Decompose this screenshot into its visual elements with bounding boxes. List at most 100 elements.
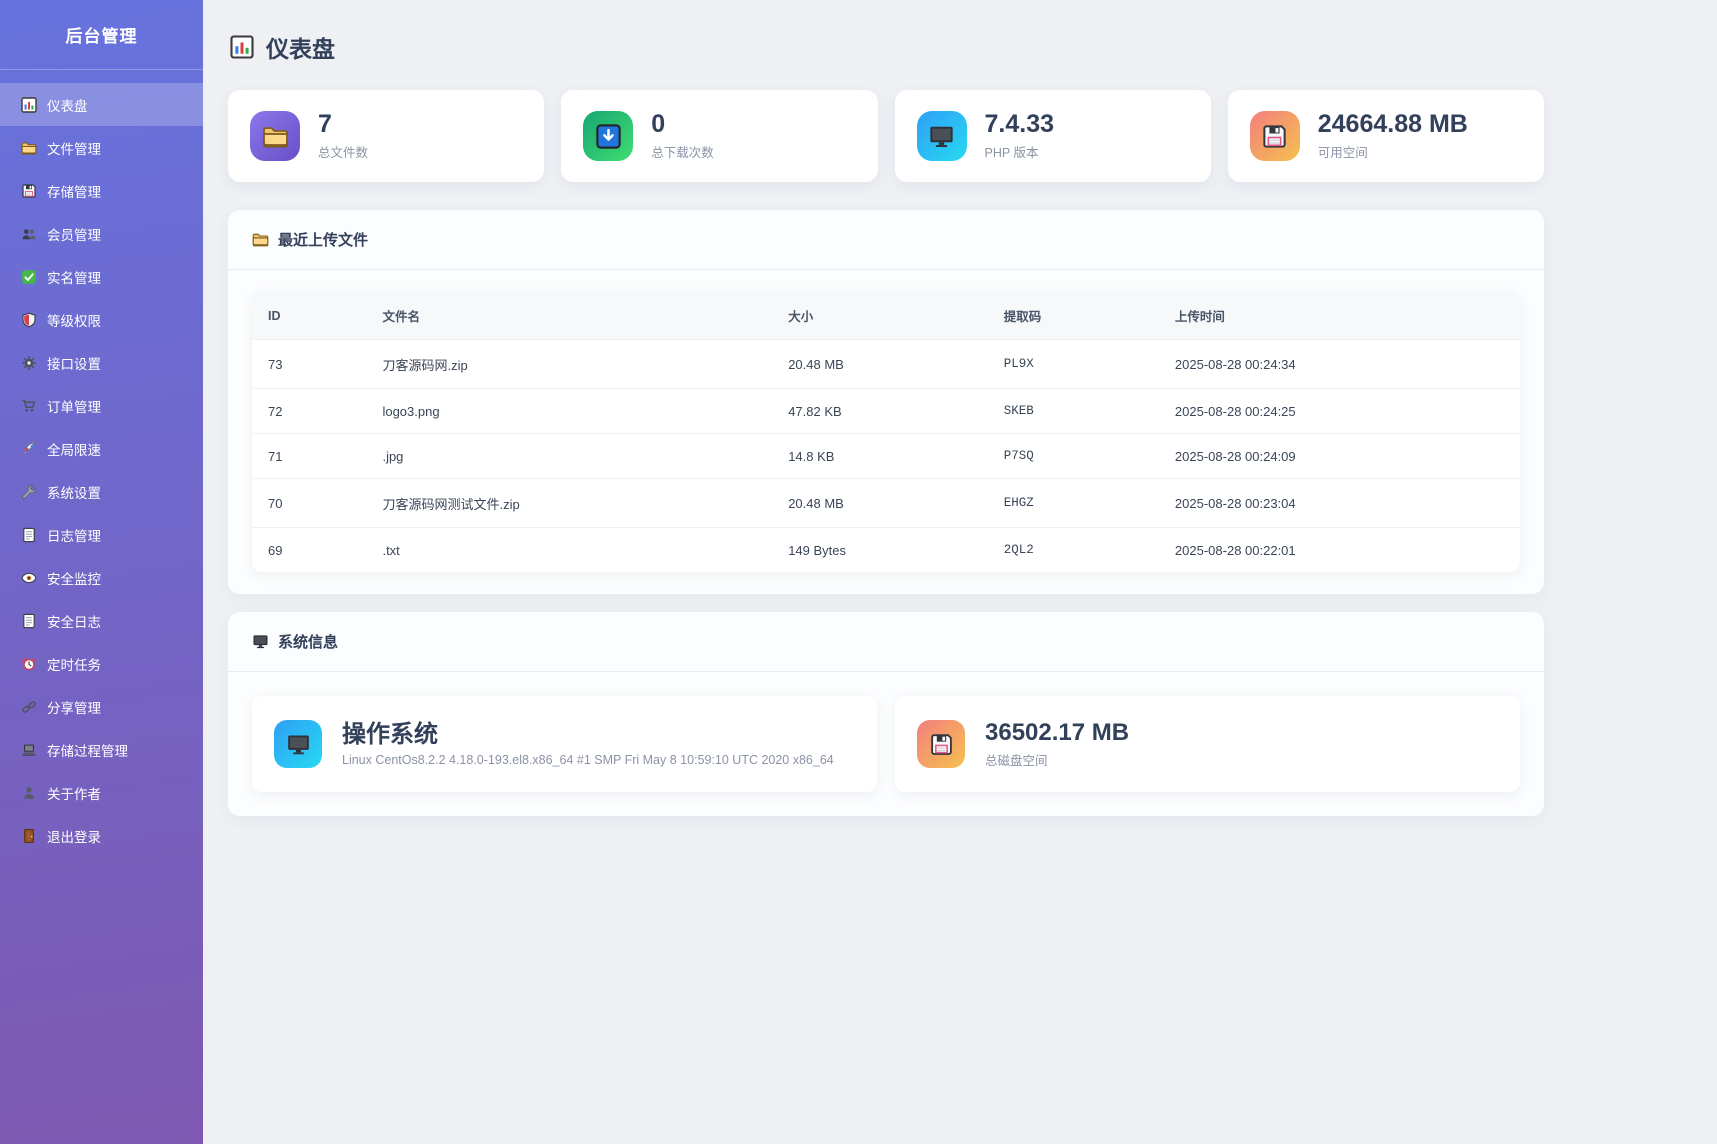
chart-icon bbox=[21, 97, 37, 113]
cell-filename: 刀客源码网测试文件.zip bbox=[372, 479, 778, 528]
system-info-title: 系统信息 bbox=[278, 631, 338, 652]
sidebar-item[interactable]: 分享管理 bbox=[0, 685, 203, 728]
sidebar-item[interactable]: 存储过程管理 bbox=[0, 728, 203, 771]
sidebar-item[interactable]: 订单管理 bbox=[0, 384, 203, 427]
sidebar-item[interactable]: 会员管理 bbox=[0, 212, 203, 255]
floppy-icon bbox=[1250, 111, 1300, 161]
sidebar-item-label: 分享管理 bbox=[47, 697, 101, 717]
users-icon bbox=[21, 226, 37, 242]
sidebar-item-label: 全局限速 bbox=[47, 439, 101, 459]
eye-icon bbox=[21, 570, 37, 586]
page-title: 仪表盘 bbox=[266, 30, 335, 64]
cell-code: PL9X bbox=[994, 340, 1165, 389]
cell-code: EHGZ bbox=[994, 479, 1165, 528]
sidebar-item[interactable]: 退出登录 bbox=[0, 814, 203, 857]
sidebar-item-label: 实名管理 bbox=[47, 267, 101, 287]
cart-icon bbox=[21, 398, 37, 414]
stat-card: 0 总下载次数 bbox=[561, 90, 877, 182]
sidebar-item[interactable]: 系统设置 bbox=[0, 470, 203, 513]
folder-icon bbox=[21, 140, 37, 156]
system-info-card-subtitle: Linux CentOs8.2.2 4.18.0-193.el8.x86_64 … bbox=[342, 753, 834, 767]
clock-icon bbox=[21, 656, 37, 672]
cell-size: 14.8 KB bbox=[778, 434, 994, 479]
sidebar-item-label: 安全监控 bbox=[47, 568, 101, 588]
cell-id: 69 bbox=[252, 528, 372, 573]
stat-label: PHP 版本 bbox=[985, 142, 1055, 161]
table-row: 73 刀客源码网.zip 20.48 MB PL9X 2025-08-28 00… bbox=[252, 340, 1520, 389]
sidebar-item[interactable]: 存储管理 bbox=[0, 169, 203, 212]
wrench-icon bbox=[21, 484, 37, 500]
cell-size: 47.82 KB bbox=[778, 389, 994, 434]
system-info-card-text: 36502.17 MB 总磁盘空间 bbox=[985, 719, 1129, 770]
column-header-filename: 文件名 bbox=[372, 292, 778, 340]
sidebar-item-label: 日志管理 bbox=[47, 525, 101, 545]
sidebar-item-label: 系统设置 bbox=[47, 482, 101, 502]
stat-card: 7 总文件数 bbox=[228, 90, 544, 182]
cell-id: 70 bbox=[252, 479, 372, 528]
recent-files-panel-header: 最近上传文件 bbox=[228, 210, 1544, 270]
cell-time: 2025-08-28 00:24:25 bbox=[1165, 389, 1520, 434]
sidebar-item[interactable]: 日志管理 bbox=[0, 513, 203, 556]
link-icon bbox=[21, 699, 37, 715]
page-header: 仪表盘 bbox=[230, 30, 1544, 64]
stat-label: 总文件数 bbox=[318, 142, 368, 161]
sidebar-item[interactable]: 仪表盘 bbox=[0, 83, 203, 126]
rocket-icon bbox=[21, 441, 37, 457]
cell-time: 2025-08-28 00:23:04 bbox=[1165, 479, 1520, 528]
stat-text: 0 总下载次数 bbox=[651, 111, 714, 162]
cell-code: P7SQ bbox=[994, 434, 1165, 479]
system-info-panel: 系统信息 操作系统 Linux CentOs8.2.2 4.18.0-193.e… bbox=[228, 612, 1544, 816]
recent-files-panel: 最近上传文件 ID 文件名 大小 提取码 上传时间 bbox=[228, 210, 1544, 594]
cell-code: SKEB bbox=[994, 389, 1165, 434]
sidebar-item-label: 关于作者 bbox=[47, 783, 101, 803]
gear-icon bbox=[21, 355, 37, 371]
cell-id: 71 bbox=[252, 434, 372, 479]
content-column: 仪表盘 7 总文件数 0 bbox=[228, 30, 1544, 816]
stat-label: 可用空间 bbox=[1318, 142, 1468, 161]
cell-time: 2025-08-28 00:24:34 bbox=[1165, 340, 1520, 389]
recent-files-title: 最近上传文件 bbox=[278, 229, 368, 250]
sidebar-item-label: 退出登录 bbox=[47, 826, 101, 846]
sidebar-item[interactable]: 关于作者 bbox=[0, 771, 203, 814]
system-info-card: 36502.17 MB 总磁盘空间 bbox=[895, 696, 1520, 792]
shield-icon bbox=[21, 312, 37, 328]
sidebar-item-label: 文件管理 bbox=[47, 138, 101, 158]
system-info-card-subtitle: 总磁盘空间 bbox=[985, 750, 1129, 769]
recent-files-table-card: ID 文件名 大小 提取码 上传时间 73 bbox=[252, 292, 1520, 572]
folder-icon bbox=[252, 231, 269, 248]
door-icon bbox=[21, 828, 37, 844]
sidebar-item[interactable]: 安全监控 bbox=[0, 556, 203, 599]
system-info-cards: 操作系统 Linux CentOs8.2.2 4.18.0-193.el8.x8… bbox=[228, 672, 1544, 816]
sidebar-item-label: 等级权限 bbox=[47, 310, 101, 330]
column-header-time: 上传时间 bbox=[1165, 292, 1520, 340]
stat-value: 7.4.33 bbox=[985, 111, 1055, 139]
cell-filename: .jpg bbox=[372, 434, 778, 479]
sidebar-item[interactable]: 等级权限 bbox=[0, 298, 203, 341]
sidebar-item[interactable]: 文件管理 bbox=[0, 126, 203, 169]
sidebar-item-label: 订单管理 bbox=[47, 396, 101, 416]
cell-time: 2025-08-28 00:22:01 bbox=[1165, 528, 1520, 573]
stat-text: 7.4.33 PHP 版本 bbox=[985, 111, 1055, 162]
monitor-icon bbox=[252, 633, 269, 650]
sidebar-item-label: 定时任务 bbox=[47, 654, 101, 674]
sidebar-item[interactable]: 实名管理 bbox=[0, 255, 203, 298]
check-icon bbox=[21, 269, 37, 285]
monitor-icon bbox=[917, 111, 967, 161]
system-info-card-text: 操作系统 Linux CentOs8.2.2 4.18.0-193.el8.x8… bbox=[342, 721, 834, 767]
sidebar-item[interactable]: 接口设置 bbox=[0, 341, 203, 384]
sidebar-item[interactable]: 全局限速 bbox=[0, 427, 203, 470]
stats-row: 7 总文件数 0 总下载次数 bbox=[228, 90, 1544, 182]
sidebar-item-label: 安全日志 bbox=[47, 611, 101, 631]
system-info-card-title: 36502.17 MB bbox=[985, 719, 1129, 747]
stat-card: 7.4.33 PHP 版本 bbox=[895, 90, 1211, 182]
sidebar-item[interactable]: 安全日志 bbox=[0, 599, 203, 642]
stat-value: 7 bbox=[318, 111, 368, 139]
laptop-icon bbox=[21, 742, 37, 758]
cell-filename: logo3.png bbox=[372, 389, 778, 434]
monitor-icon bbox=[274, 720, 322, 768]
sidebar-item[interactable]: 定时任务 bbox=[0, 642, 203, 685]
sidebar: 后台管理 仪表盘 文件管理 存储管理 会 bbox=[0, 0, 203, 1144]
column-header-id: ID bbox=[252, 292, 372, 340]
floppy-icon bbox=[917, 720, 965, 768]
sidebar-item-label: 会员管理 bbox=[47, 224, 101, 244]
